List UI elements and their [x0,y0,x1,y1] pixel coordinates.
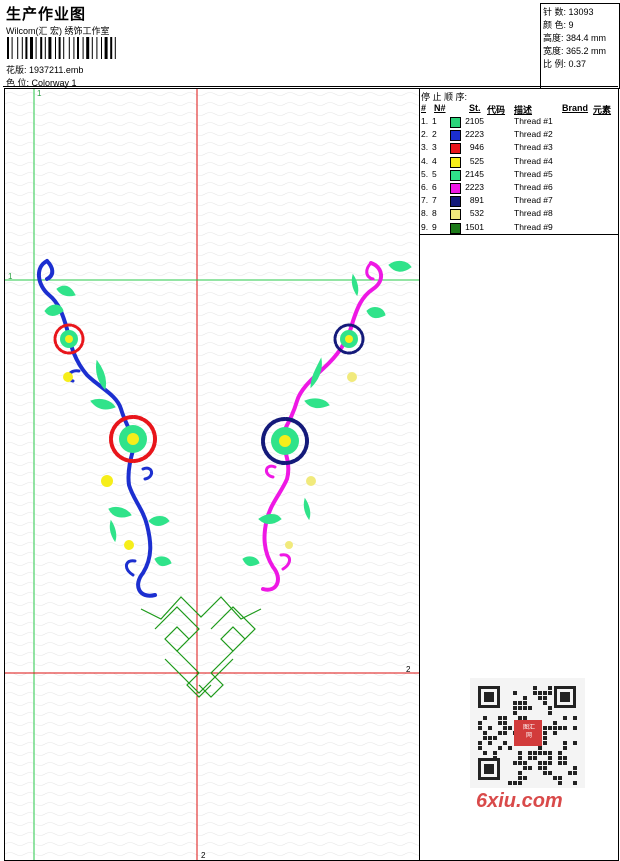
design-file-name: 1937211.emb [29,65,84,75]
guide-label-v1: 1 [37,89,42,98]
row-needle: 1 [432,116,437,126]
column-header: 元素 [593,105,612,115]
column-header: Brand [562,103,589,113]
stat-value: 0.37 [568,59,587,69]
header-divider [3,86,618,87]
thread-code: 525 [469,155,484,166]
thread-swatch [450,169,461,181]
row-needle: 2 [432,129,437,140]
row-index: 2. [421,129,429,140]
column-header: # [421,103,427,113]
row-needle: 4 [432,155,437,166]
page-title: 生产作业图 [6,6,87,23]
watermark-text: 6xiu.com [476,790,563,812]
thread-code: 891 [469,195,484,206]
design-file-line: 花版: 1937211.emb [6,63,83,76]
thread-swatch [450,222,461,234]
stat-label: 宽度: [543,46,564,56]
row-needle: 5 [432,168,437,179]
thread-code: 2223 [465,129,484,140]
design-preview: 1 2 1 2 [4,88,420,861]
row-index: 3. [421,142,429,153]
thread-swatch [450,209,461,221]
watermark-seal: 图汇网 [522,725,535,739]
company-name: Wilcom(汇 宏) 绣饰工作室 [6,26,110,36]
stat-label: 针 数: [543,7,567,17]
stat-value: 365.2 mm [566,46,607,56]
row-index: 7. [421,195,429,206]
stat-label: 比 例: [543,59,567,69]
embroidery-design: 1 2 1 2 [5,89,419,860]
stat-4: 比 例: 0.37 [543,57,586,70]
design-label: 花版: [6,65,27,75]
row-needle: 8 [432,208,437,219]
qr-watermark: 图汇网 6xiu.com [470,678,585,813]
stop-sequence-title: 停 止 顺 序: [421,92,468,102]
guide-label-h1: 1 [8,272,13,281]
thread-description: Thread #7 [514,195,553,206]
thread-code: 946 [469,142,484,153]
thread-description: Thread #5 [514,168,553,179]
column-header: N# [434,103,446,113]
thread-swatch [450,143,461,155]
stat-value: 13093 [568,7,594,17]
thread-description: Thread #3 [514,142,553,153]
stat-value: 384.4 mm [566,33,607,43]
row-index: 9. [421,221,429,232]
thread-code: 2145 [465,168,484,179]
thread-code: 2223 [465,182,484,192]
stat-label: 高度: [543,33,564,43]
row-index: 1. [421,116,429,126]
stat-2: 高度: 384.4 mm [543,31,606,44]
row-needle: 9 [432,221,437,232]
guide-label-v2: 2 [201,851,206,860]
barcode [7,37,116,59]
thread-code: 2105 [465,116,484,126]
row-index: 4. [421,155,429,166]
column-header: 代码 [487,105,506,115]
thread-swatch [450,196,461,208]
stat-value: 9 [568,20,574,30]
row-needle: 6 [432,182,437,192]
stat-3: 宽度: 365.2 mm [543,44,606,57]
row-index: 8. [421,208,429,219]
stat-label: 颜 色: [543,20,567,30]
column-header: 描述 [514,105,533,115]
stat-1: 颜 色: 9 [543,18,574,31]
row-index: 5. [421,168,429,179]
thread-description: Thread #1 [514,116,553,126]
thread-description: Thread #9 [514,221,553,232]
column-header: St. [469,103,481,113]
thread-description: Thread #8 [514,208,553,219]
row-needle: 7 [432,195,437,206]
thread-description: Thread #4 [514,155,553,166]
thread-description: Thread #6 [514,182,553,192]
stat-0: 针 数: 13093 [543,5,594,18]
thread-swatch [450,183,461,194]
thread-swatch [450,130,461,142]
guide-label-h2: 2 [406,665,411,674]
thread-description: Thread #2 [514,129,553,140]
row-needle: 3 [432,142,437,153]
thread-swatch [450,156,461,168]
thread-code: 1501 [465,221,484,232]
thread-code: 532 [469,208,484,219]
row-index: 6. [421,182,429,192]
thread-swatch [450,117,461,128]
